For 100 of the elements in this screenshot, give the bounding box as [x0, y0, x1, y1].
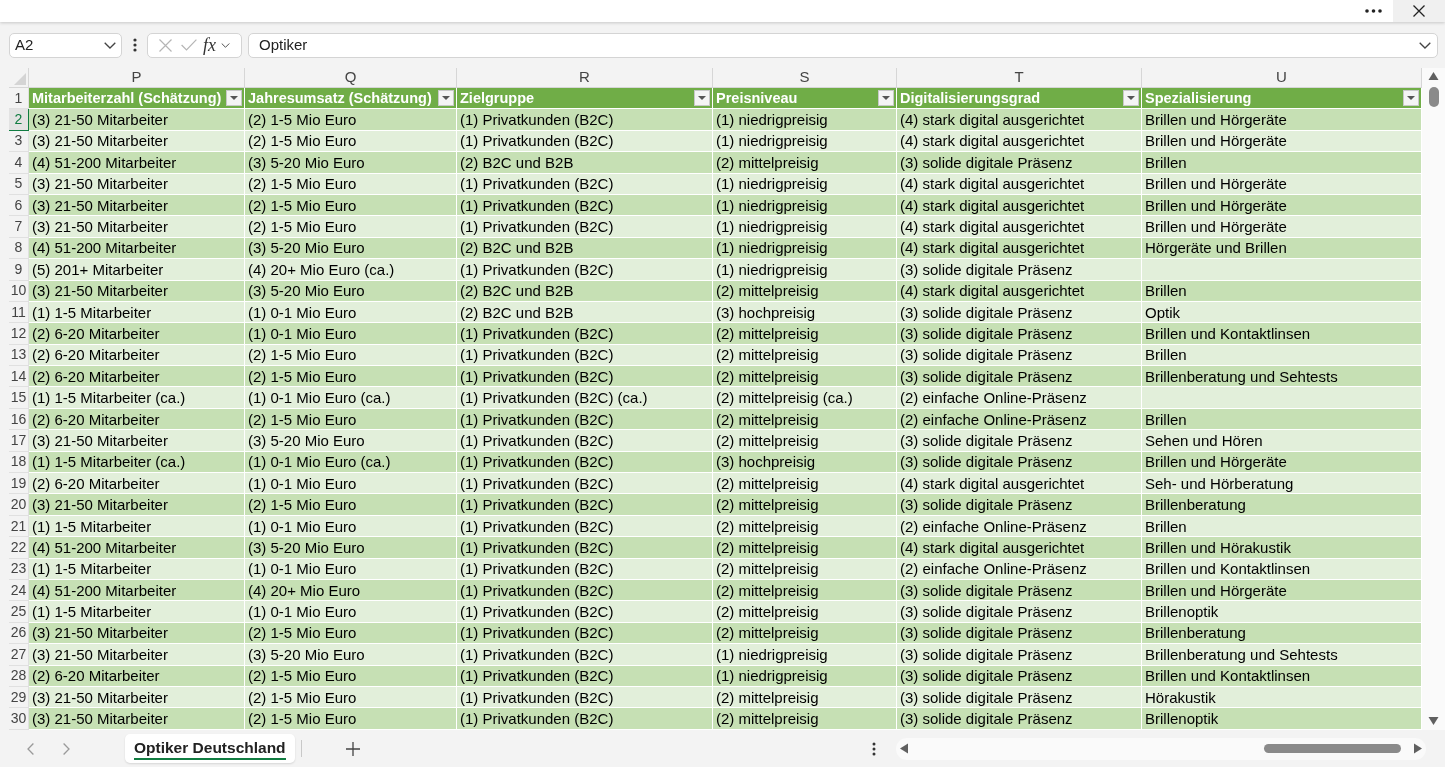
- table-cell: (2) B2C und B2B: [457, 237, 713, 260]
- filter-button[interactable]: [694, 90, 710, 107]
- triangle-down-icon: [1428, 717, 1439, 725]
- table-cell: (3) 21-50 Mitarbeiter: [29, 173, 245, 195]
- table-cell: (4) stark digital ausgerichtet: [897, 173, 1142, 195]
- horizontal-scrollbar[interactable]: [895, 737, 1426, 760]
- vertical-dots-icon: [132, 38, 137, 52]
- filter-button[interactable]: [226, 90, 242, 107]
- table-cell: (4) 20+ Mio Euro: [245, 580, 457, 602]
- table-cell: (4) stark digital ausgerichtet: [897, 473, 1142, 495]
- table-cell: (1) Privatkunden (B2C): [457, 194, 713, 217]
- table-cell: (4) stark digital ausgerichtet: [897, 109, 1142, 131]
- table-cell: (1) Privatkunden (B2C): [457, 408, 713, 431]
- caret-down-icon: [882, 96, 890, 101]
- table-cell: Brillenberatung und Sehtests: [1142, 366, 1422, 388]
- column-header[interactable]: P: [29, 68, 245, 88]
- table-cell: (3) 5-20 Mio Euro: [245, 152, 457, 174]
- column-header[interactable]: S: [713, 68, 897, 88]
- table-cell: Brillen und Hörgeräte: [1142, 216, 1422, 238]
- table-cell: Brillenberatung und Sehtests: [1142, 644, 1422, 666]
- scrollbar-thumb[interactable]: [1263, 744, 1401, 753]
- formula-field[interactable]: Optiker: [248, 32, 1438, 58]
- triangle-up-icon: [1428, 72, 1439, 80]
- table-cell: Brillenoptik: [1142, 601, 1422, 623]
- table-cell: (4) stark digital ausgerichtet: [897, 216, 1142, 238]
- column-header[interactable]: R: [457, 68, 713, 88]
- filter-button[interactable]: [878, 90, 894, 107]
- table-cell: (2) 1-5 Mio Euro: [245, 686, 457, 709]
- scroll-down-button[interactable]: [1428, 716, 1439, 726]
- table-cell: (2) 1-5 Mio Euro: [245, 216, 457, 238]
- table-cell: Hörakustik: [1142, 686, 1422, 709]
- column-header[interactable]: Q: [245, 68, 457, 88]
- filter-button[interactable]: [1403, 90, 1419, 107]
- table-cell: (4) stark digital ausgerichtet: [897, 130, 1142, 153]
- table-cell: (2) mittelpreisig: [713, 152, 897, 174]
- table-cell: (2) einfache Online-Präsenz: [897, 515, 1142, 538]
- table-cell: (2) 6-20 Mitarbeiter: [29, 665, 245, 687]
- table-cell: (1) 0-1 Mio Euro: [245, 515, 457, 538]
- table-cell: Optik: [1142, 301, 1422, 324]
- close-icon: [158, 38, 172, 52]
- table-cell: Brillen und Hörgeräte: [1142, 130, 1422, 153]
- table-cell: (1) 0-1 Mio Euro: [245, 323, 457, 345]
- table-cell: (2) 1-5 Mio Euro: [245, 130, 457, 153]
- vertical-scrollbar[interactable]: [1422, 68, 1445, 730]
- chevron-down-icon: [104, 41, 116, 49]
- table-cell: (1) Privatkunden (B2C): [457, 494, 713, 516]
- triangle-right-icon: [1413, 743, 1422, 754]
- scrollbar-thumb[interactable]: [1428, 87, 1439, 107]
- scroll-up-button[interactable]: [1428, 71, 1439, 81]
- table-cell: (3) 21-50 Mitarbeiter: [29, 622, 245, 645]
- chevron-left-icon: [26, 742, 34, 755]
- chevron-down-icon: [1419, 41, 1431, 49]
- table-cell: (1) 1-5 Mitarbeiter (ca.): [29, 387, 245, 409]
- table-cell: (1) Privatkunden (B2C): [457, 644, 713, 666]
- table-cell: (2) mittelpreisig: [713, 686, 897, 709]
- table-cell: (3) 5-20 Mio Euro: [245, 237, 457, 260]
- table-cell: (3) 21-50 Mitarbeiter: [29, 708, 245, 730]
- table-cell: (1) niedrigpreisig: [713, 109, 897, 131]
- close-button[interactable]: [1393, 0, 1445, 22]
- table-cell: (3) 21-50 Mitarbeiter: [29, 130, 245, 153]
- table-cell: (1) Privatkunden (B2C): [457, 622, 713, 645]
- column-header[interactable]: T: [897, 68, 1142, 88]
- table-cell: Brillen und Hörgeräte: [1142, 173, 1422, 195]
- table-cell: (1) niedrigpreisig: [713, 259, 897, 281]
- table-cell: (2) mittelpreisig: [713, 558, 897, 580]
- insert-function-button[interactable]: fx: [201, 33, 218, 57]
- name-box[interactable]: A2: [9, 32, 122, 58]
- table-cell: (3) solide digitale Präsenz: [897, 259, 1142, 281]
- table-cell: (1) Privatkunden (B2C): [457, 344, 713, 367]
- table-cell: (2) mittelpreisig: [713, 580, 897, 602]
- table-cell: (3) solide digitale Präsenz: [897, 366, 1142, 388]
- table-cell: (1) niedrigpreisig: [713, 237, 897, 260]
- table-cell: (1) Privatkunden (B2C): [457, 366, 713, 388]
- table-cell: (4) stark digital ausgerichtet: [897, 237, 1142, 260]
- table-cell: (3) 21-50 Mitarbeiter: [29, 644, 245, 666]
- column-header[interactable]: U: [1142, 68, 1422, 88]
- chevron-down-icon: [220, 42, 230, 48]
- table-cell: (5) 201+ Mitarbeiter: [29, 259, 245, 281]
- table-cell: (1) Privatkunden (B2C): [457, 665, 713, 687]
- table-cell: (4) stark digital ausgerichtet: [897, 194, 1142, 217]
- table-cell: Brillenberatung: [1142, 622, 1422, 645]
- table-cell: (1) 1-5 Mitarbeiter (ca.): [29, 451, 245, 474]
- table-cell: (2) mittelpreisig: [713, 515, 897, 538]
- table-cell: (1) niedrigpreisig: [713, 173, 897, 195]
- table-cell: (3) 21-50 Mitarbeiter: [29, 280, 245, 302]
- table-cell: Brillen: [1142, 152, 1422, 174]
- table-cell: (2) mittelpreisig: [713, 408, 897, 431]
- table-cell: (2) mittelpreisig: [713, 622, 897, 645]
- row-header[interactable]: 2: [9, 109, 29, 131]
- table-cell: Brillen und Hörgeräte: [1142, 580, 1422, 602]
- filter-button[interactable]: [438, 90, 454, 107]
- table-cell: (2) mittelpreisig: [713, 708, 897, 730]
- sheet-tab[interactable]: Optiker Deutschland: [125, 734, 295, 763]
- table-cell: (1) Privatkunden (B2C): [457, 515, 713, 538]
- table-cell: (1) Privatkunden (B2C): [457, 130, 713, 153]
- table-cell: Brillen und Hörgeräte: [1142, 194, 1422, 217]
- table-cell: (2) B2C und B2B: [457, 301, 713, 324]
- table-cell: (3) solide digitale Präsenz: [897, 323, 1142, 345]
- filter-button[interactable]: [1123, 90, 1139, 107]
- table-cell: (3) solide digitale Präsenz: [897, 622, 1142, 645]
